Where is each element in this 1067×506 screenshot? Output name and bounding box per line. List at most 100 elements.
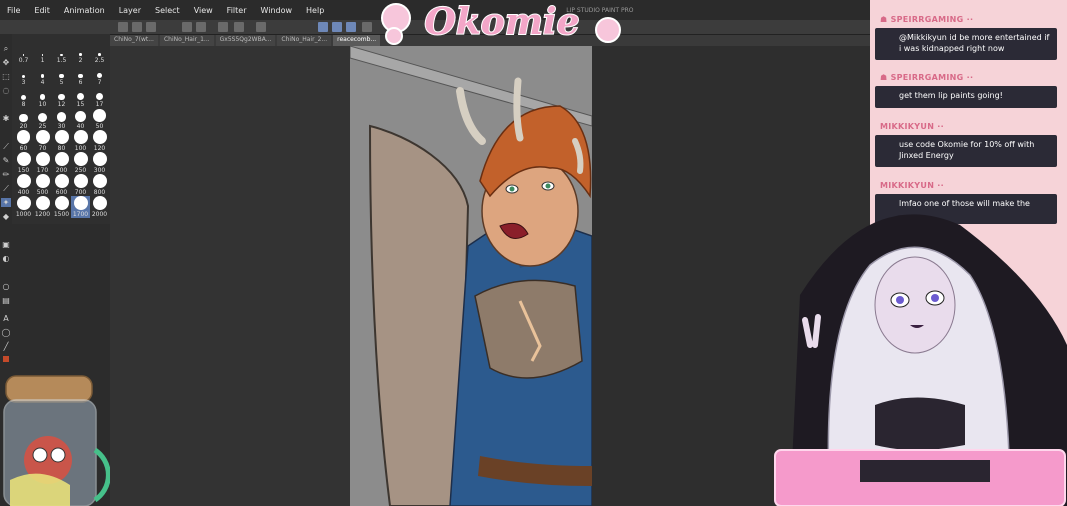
brush-size-preset[interactable]: 2.5 [90, 42, 109, 64]
chat-username: MIKKIKYUN ·· [880, 181, 944, 190]
tab-document-1[interactable]: ChiNo_7(wt... [110, 35, 158, 46]
brush-size-preset[interactable]: 5 [52, 64, 71, 86]
brush-size-preset[interactable]: 400 [14, 174, 33, 196]
chat-username-text: MIKKIKYUN [880, 181, 935, 190]
brush-size-preset[interactable]: 2000 [90, 196, 109, 218]
brush-size-dot [35, 130, 50, 144]
menu-view[interactable]: View [187, 6, 220, 15]
brush-size-preset[interactable]: 80 [52, 130, 71, 152]
brush-size-preset[interactable]: 100 [71, 130, 90, 152]
brush-size-dot [16, 130, 31, 144]
brush-size-preset[interactable]: 15 [71, 86, 90, 108]
text-tool-icon[interactable]: A [1, 314, 11, 323]
brush-size-preset[interactable]: 200 [52, 152, 71, 174]
eyedropper-icon[interactable]: ⟋ [1, 142, 11, 151]
brush-size-preset[interactable]: 250 [71, 152, 90, 174]
brush-size-dot [16, 196, 31, 210]
brush-size-preset[interactable]: 300 [90, 152, 109, 174]
fill-tool-icon[interactable]: ▣ [1, 240, 11, 249]
brush-size-preset[interactable]: 1500 [52, 196, 71, 218]
ruler-icon[interactable] [256, 22, 266, 32]
menu-help[interactable]: Help [299, 6, 331, 15]
brush-size-preset[interactable]: 70 [33, 130, 52, 152]
brush-size-preset[interactable]: 1700 [71, 196, 90, 218]
brush-size-dot [40, 74, 45, 78]
clear-icon[interactable] [218, 22, 228, 32]
snap-special-icon[interactable] [332, 22, 342, 32]
menu-select[interactable]: Select [148, 6, 187, 15]
undo-icon[interactable] [182, 22, 192, 32]
animation-icon[interactable] [362, 22, 372, 32]
frame-tool-icon[interactable]: ▤ [1, 296, 11, 305]
save-icon[interactable] [146, 22, 156, 32]
transform-icon[interactable] [234, 22, 244, 32]
brush-size-preset[interactable]: 1 [33, 42, 52, 64]
pencil-tool-icon[interactable]: ✏ [1, 170, 11, 179]
menu-edit[interactable]: Edit [27, 6, 57, 15]
lasso-tool-icon[interactable]: ◌ [1, 86, 11, 95]
brush-size-preset[interactable]: 3 [14, 64, 33, 86]
brush-size-preset[interactable]: 10 [33, 86, 52, 108]
line-tool-icon[interactable]: ╱ [1, 342, 11, 351]
brush-size-label: 4 [40, 78, 45, 86]
brush-size-preset[interactable]: 12 [52, 86, 71, 108]
redo-icon[interactable] [196, 22, 206, 32]
zoom-tool-icon[interactable]: ⌕ [1, 44, 11, 53]
brush-size-preset[interactable]: 700 [71, 174, 90, 196]
brush-size-preset[interactable]: 150 [14, 152, 33, 174]
gradient-tool-icon[interactable]: ◐ [1, 254, 11, 263]
snap-ruler-icon[interactable] [318, 22, 328, 32]
brush-size-preset[interactable]: 17 [90, 86, 109, 108]
brush-size-preset[interactable]: 20 [14, 108, 33, 130]
brush-size-preset[interactable]: 0.7 [14, 42, 33, 64]
tab-document-2[interactable]: ChiNo_Hair_1... [159, 35, 214, 46]
menu-layer[interactable]: Layer [112, 6, 148, 15]
tab-document-4[interactable]: ChiNo_Hair_2... [277, 35, 332, 46]
brush-size-preset[interactable]: 600 [52, 174, 71, 196]
menu-window[interactable]: Window [253, 6, 299, 15]
brush-size-preset[interactable]: 50 [90, 108, 109, 130]
brush-size-preset[interactable]: 7 [90, 64, 109, 86]
main-color-swatch[interactable] [3, 356, 9, 362]
brush-tool-icon[interactable]: ⟋ [1, 184, 11, 193]
brush-size-preset[interactable]: 2 [71, 42, 90, 64]
balloon-tool-icon[interactable]: ◯ [1, 328, 11, 337]
menu-animation[interactable]: Animation [57, 6, 112, 15]
menu-file[interactable]: File [0, 6, 27, 15]
menu-filter[interactable]: Filter [220, 6, 254, 15]
brush-size-label: 2.5 [94, 56, 105, 64]
select-tool-icon[interactable]: ⬚ [1, 72, 11, 81]
jar-mascot [3, 375, 110, 506]
move-tool-icon[interactable]: ✥ [1, 58, 11, 67]
brush-size-preset[interactable]: 25 [33, 108, 52, 130]
airbrush-tool-icon[interactable]: ✦ [1, 198, 11, 207]
brush-size-preset[interactable]: 170 [33, 152, 52, 174]
brush-size-preset[interactable]: 40 [71, 108, 90, 130]
brush-size-preset[interactable]: 1000 [14, 196, 33, 218]
brush-size-preset[interactable]: 60 [14, 130, 33, 152]
open-file-icon[interactable] [132, 22, 142, 32]
magic-wand-icon[interactable]: ✱ [1, 114, 11, 123]
brush-size-dot [92, 174, 107, 188]
chat-message: use code Okomie for 10% off with Jinxed … [875, 135, 1057, 167]
shape-tool-icon[interactable]: ○ [1, 282, 11, 291]
eraser-tool-icon[interactable]: ◆ [1, 212, 11, 221]
chat-username-text: SPEIRRGAMING [890, 73, 964, 82]
artwork-canvas[interactable] [350, 46, 592, 506]
brush-size-preset[interactable]: 500 [33, 174, 52, 196]
brush-size-preset[interactable]: 6 [71, 64, 90, 86]
new-file-icon[interactable] [118, 22, 128, 32]
snap-grid-icon[interactable] [346, 22, 356, 32]
brush-size-preset[interactable]: 8 [14, 86, 33, 108]
pen-tool-icon[interactable]: ✎ [1, 156, 11, 165]
tab-document-3[interactable]: Gx5S5Qg2WBA... [215, 35, 276, 46]
brush-size-preset[interactable]: 4 [33, 64, 52, 86]
brush-size-preset[interactable]: 1200 [33, 196, 52, 218]
brush-size-preset[interactable]: 800 [90, 174, 109, 196]
brush-size-dot [41, 54, 44, 56]
brush-size-preset[interactable]: 120 [90, 130, 109, 152]
brush-size-dot [60, 53, 63, 56]
brush-size-preset[interactable]: 1.5 [52, 42, 71, 64]
brush-size-preset[interactable]: 30 [52, 108, 71, 130]
chat-username-text: MIKKIKYUN [880, 122, 935, 131]
